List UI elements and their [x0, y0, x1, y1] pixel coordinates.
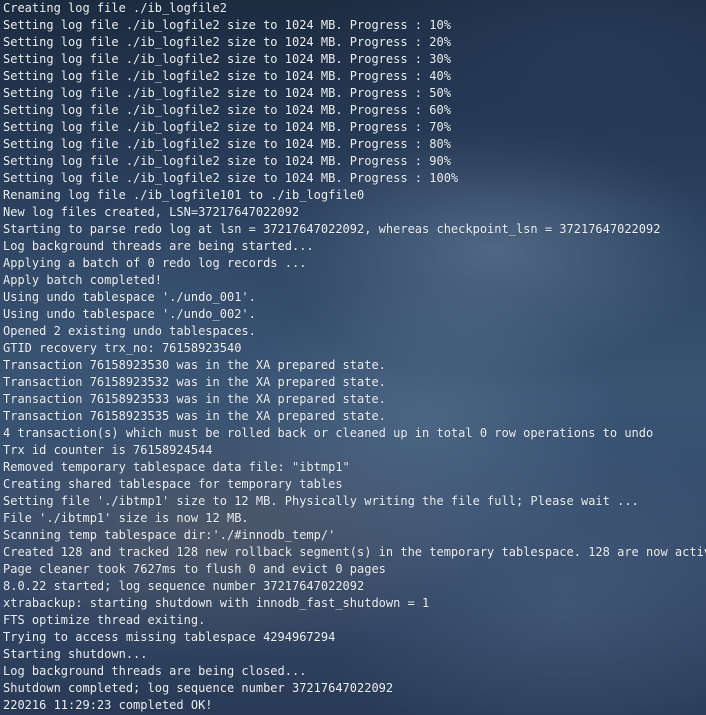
log-line: Setting log file ./ib_logfile2 size to 1… [3, 86, 451, 100]
log-line: Renaming log file ./ib_logfile101 to ./i… [3, 188, 365, 202]
log-line: Opened 2 existing undo tablespaces. [3, 324, 256, 338]
log-line: Creating log file ./ib_logfile2 [3, 1, 227, 15]
log-line: 4 transaction(s) which must be rolled ba… [3, 426, 654, 440]
terminal-output[interactable]: Creating log file ./ib_logfile2 Setting l… [0, 0, 706, 715]
log-line: Shutdown completed; log sequence number … [3, 681, 394, 695]
log-line: Using undo tablespace './undo_002'. [3, 307, 256, 321]
log-line: 8.0.22 started; log sequence number 3721… [3, 579, 365, 593]
log-line: Setting log file ./ib_logfile2 size to 1… [3, 18, 451, 32]
log-line: Setting log file ./ib_logfile2 size to 1… [3, 69, 451, 83]
log-line: Creating shared tablespace for temporary… [3, 477, 343, 491]
log-line: Apply batch completed! [3, 273, 162, 287]
log-line: Log background threads are being started… [3, 239, 314, 253]
log-line: Created 128 and tracked 128 new rollback… [3, 545, 706, 559]
log-line: Transaction 76158923533 was in the XA pr… [3, 392, 386, 406]
log-line: Transaction 76158923535 was in the XA pr… [3, 409, 386, 423]
log-line: Scanning temp tablespace dir:'./#innodb_… [3, 528, 336, 542]
log-line: Log background threads are being closed.… [3, 664, 307, 678]
log-line: Using undo tablespace './undo_001'. [3, 290, 256, 304]
log-line: 220216 11:29:23 completed OK! [3, 698, 213, 712]
log-line: Setting log file ./ib_logfile2 size to 1… [3, 154, 451, 168]
log-line: New log files created, LSN=3721764702209… [3, 205, 300, 219]
log-line: Setting file './ibtmp1' size to 12 MB. P… [3, 494, 639, 508]
log-line: xtrabackup: starting shutdown with innod… [3, 596, 430, 610]
log-line: Setting log file ./ib_logfile2 size to 1… [3, 35, 451, 49]
log-line: Setting log file ./ib_logfile2 size to 1… [3, 120, 451, 134]
log-line: File './ibtmp1' size is now 12 MB. [3, 511, 249, 525]
log-line: Setting log file ./ib_logfile2 size to 1… [3, 103, 451, 117]
log-line: Setting log file ./ib_logfile2 size to 1… [3, 171, 459, 185]
log-line: Applying a batch of 0 redo log records .… [3, 256, 307, 270]
log-line: Page cleaner took 7627ms to flush 0 and … [3, 562, 386, 576]
log-line: Trx id counter is 76158924544 [3, 443, 213, 457]
log-line: Setting log file ./ib_logfile2 size to 1… [3, 137, 451, 151]
log-line: FTS optimize thread exiting. [3, 613, 206, 627]
log-line: Setting log file ./ib_logfile2 size to 1… [3, 52, 451, 66]
log-line: Starting to parse redo log at lsn = 3721… [3, 222, 661, 236]
log-line: GTID recovery trx_no: 76158923540 [3, 341, 242, 355]
log-line: Transaction 76158923532 was in the XA pr… [3, 375, 386, 389]
log-line: Removed temporary tablespace data file: … [3, 460, 350, 474]
log-line: Starting shutdown... [3, 647, 148, 661]
log-line: Trying to access missing tablespace 4294… [3, 630, 336, 644]
log-line: Transaction 76158923530 was in the XA pr… [3, 358, 386, 372]
